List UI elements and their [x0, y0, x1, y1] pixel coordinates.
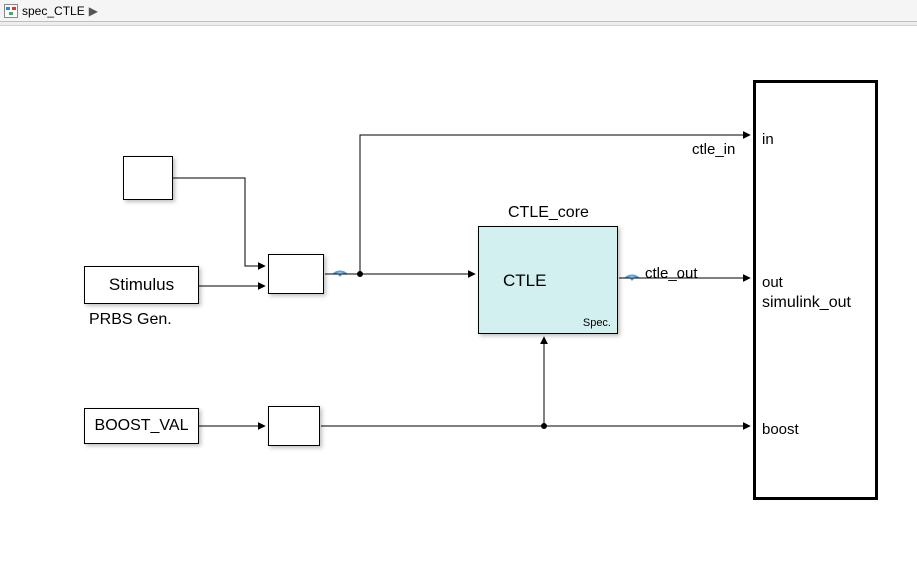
- stimulus-caption: PRBS Gen.: [89, 311, 172, 329]
- boost-val-block[interactable]: BOOST_VAL: [84, 408, 199, 444]
- simulink-out-block[interactable]: in out boost: [753, 80, 878, 500]
- model-icon: [4, 4, 18, 18]
- port-boost-label: boost: [762, 421, 799, 438]
- stimulus-block[interactable]: Stimulus: [84, 266, 199, 304]
- port-out-label: out: [762, 274, 783, 291]
- ctle-inside-label: CTLE: [503, 271, 546, 291]
- diagram-canvas[interactable]: Stimulus PRBS Gen. BOOST_VAL CTLE_core C…: [0, 28, 917, 562]
- manual-switch-block[interactable]: [268, 254, 324, 294]
- port-in-label: in: [762, 131, 774, 148]
- bus-creator-block[interactable]: [268, 406, 320, 446]
- breadcrumb-arrow: ▶: [89, 4, 98, 18]
- ctle-core-title: CTLE_core: [508, 204, 589, 222]
- model-name[interactable]: spec_CTLE: [22, 4, 85, 18]
- ctle-core-block[interactable]: CTLE Spec.: [478, 226, 618, 334]
- stimulus-label: Stimulus: [109, 275, 174, 295]
- signal-ctle-out-label: ctle_out: [645, 265, 698, 282]
- boost-val-label: BOOST_VAL: [95, 417, 189, 435]
- step-source-block[interactable]: [123, 156, 173, 200]
- ctle-spec-label: Spec.: [583, 317, 611, 329]
- breadcrumb[interactable]: spec_CTLE ▶: [0, 0, 917, 22]
- signal-ctle-in-label: ctle_in: [692, 141, 735, 158]
- simulink-out-caption: simulink_out: [762, 294, 851, 312]
